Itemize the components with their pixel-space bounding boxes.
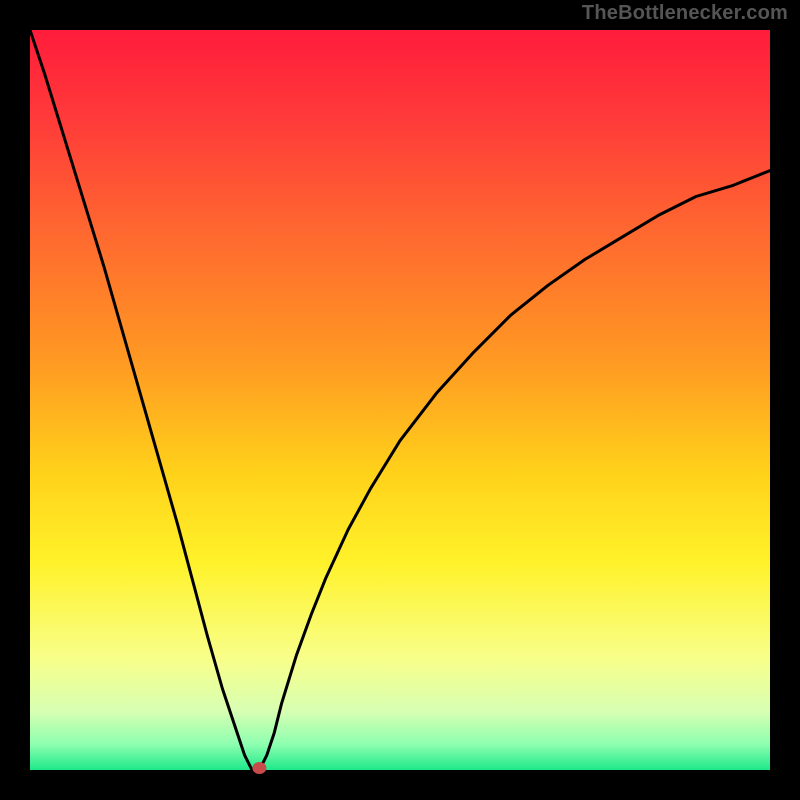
- chart-svg: [0, 0, 800, 800]
- chart-frame: TheBottlenecker.com: [0, 0, 800, 800]
- minimum-marker: [252, 762, 266, 774]
